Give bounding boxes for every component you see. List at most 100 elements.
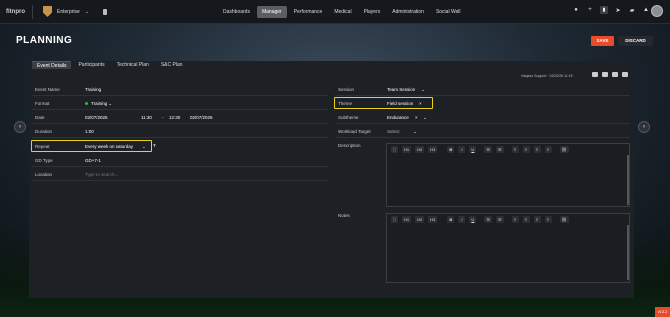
start-date-input[interactable]: 02/07/2026 <box>85 115 108 120</box>
repeat-select[interactable]: Every week on saturday <box>85 144 133 149</box>
tab-participants[interactable]: Participants <box>73 61 109 69</box>
end-time-input[interactable]: 12:30 <box>169 115 180 120</box>
description-label: Description <box>338 143 361 148</box>
tab-sc-plan[interactable]: S&C Plan <box>156 61 188 69</box>
date-row: Date 02/07/2026 11:30 - 12:30 02/07/2026 <box>32 111 328 124</box>
event-tabs: Event Details Participants Technical Pla… <box>32 61 188 69</box>
bullet-list-icon[interactable]: ☰ <box>484 216 492 223</box>
h3-button[interactable]: H3 <box>428 146 438 153</box>
folder-icon[interactable] <box>612 72 618 77</box>
clipboard-icon[interactable] <box>103 8 107 15</box>
app-logo[interactable]: fitnpro <box>6 9 28 15</box>
main-nav: Dashboards Manager Performance Medical P… <box>218 6 465 18</box>
end-date-input[interactable]: 02/07/2026 <box>190 115 213 120</box>
h2-button[interactable]: H2 <box>415 216 425 223</box>
location-search-input[interactable]: Type to search... <box>85 172 118 177</box>
theme-row: Theme Field session × <box>335 97 432 110</box>
fullscreen-icon[interactable]: ⛶ <box>391 216 398 223</box>
bullet-list-icon[interactable]: ☰ <box>484 146 492 153</box>
link-icon[interactable]: ⛓ <box>559 146 569 153</box>
chevron-down-icon[interactable]: ⌄ <box>413 129 417 135</box>
send-icon[interactable]: ➤ <box>614 7 622 14</box>
h3-button[interactable]: H3 <box>428 216 438 223</box>
location-label: Location <box>35 172 53 177</box>
align-right-icon[interactable]: ≡ <box>533 146 541 153</box>
theme-remove-icon[interactable]: × <box>419 101 422 106</box>
event-name-row: Event Name Training <box>32 83 328 96</box>
event-name-input[interactable]: Training <box>85 87 101 92</box>
nav-tab-dashboards[interactable]: Dashboards <box>218 6 255 18</box>
gd-type-row: GD Type GD+7-1 <box>32 154 328 167</box>
subtheme-remove-icon[interactable]: × <box>415 115 418 120</box>
org-selector[interactable]: Enterprise <box>57 9 80 15</box>
notes-label: Notes <box>338 213 350 218</box>
numbered-list-icon[interactable]: ☰ <box>495 146 504 153</box>
h1-button[interactable]: H1 <box>402 146 412 153</box>
theme-tag: Field session <box>387 101 414 106</box>
align-right-icon[interactable]: ≡ <box>533 216 541 223</box>
nav-tab-social-wall[interactable]: Social Wall <box>431 6 466 18</box>
h2-button[interactable]: H2 <box>415 146 425 153</box>
date-label: Date <box>35 115 45 120</box>
session-select[interactable]: Team Session <box>387 87 415 92</box>
repeat-row: Repeat Every week on saturday ⌄ <box>32 140 152 153</box>
prev-event-arrow-icon[interactable]: ‹ <box>14 121 26 133</box>
notes-editor[interactable] <box>386 213 630 283</box>
info-icon[interactable]: ● <box>572 7 580 13</box>
bold-button[interactable]: B <box>447 216 455 223</box>
align-center-icon[interactable]: ≡ <box>522 146 530 153</box>
format-select[interactable]: Training ⌄ <box>85 101 112 107</box>
date-dash: - <box>162 115 164 120</box>
club-shield-icon[interactable] <box>43 6 52 17</box>
chevron-down-icon[interactable]: ⌄ <box>85 9 89 15</box>
format-color-dot <box>85 102 88 105</box>
person-icon[interactable] <box>602 72 608 77</box>
tab-technical-plan[interactable]: Technical Plan <box>112 61 154 69</box>
align-left-icon[interactable]: ≡ <box>511 146 519 153</box>
fullscreen-icon[interactable]: ⛶ <box>391 146 398 153</box>
bell-icon[interactable]: ▲ <box>642 7 650 13</box>
align-justify-icon[interactable]: ≡ <box>544 146 552 153</box>
align-center-icon[interactable]: ≡ <box>522 216 530 223</box>
italic-button[interactable]: I <box>458 216 466 223</box>
user-avatar[interactable] <box>651 5 663 17</box>
page-title: PLANNING <box>16 35 73 46</box>
doc-icon[interactable]: ▮ <box>600 6 608 14</box>
subtheme-row: Subtheme Endurance × ⌄ <box>335 111 630 124</box>
underline-button[interactable]: U <box>469 146 477 153</box>
version-badge: v13.2 <box>655 307 670 317</box>
event-name-label: Event Name <box>35 87 60 92</box>
underline-button[interactable]: U <box>469 216 477 223</box>
align-left-icon[interactable]: ≡ <box>511 216 519 223</box>
chevron-down-icon[interactable]: ⌄ <box>142 144 146 150</box>
nav-tab-players[interactable]: Players <box>359 6 386 18</box>
save-button[interactable]: SAVE <box>591 36 614 46</box>
repeat-help-icon[interactable]: ? <box>153 143 156 148</box>
align-justify-icon[interactable]: ≡ <box>544 216 552 223</box>
duration-value[interactable]: 1:00 <box>85 129 94 134</box>
nav-tab-administration[interactable]: Administration <box>387 6 429 18</box>
camera-icon[interactable] <box>592 72 598 77</box>
workload-target-row: Workload Target Select ⌄ <box>335 125 630 138</box>
nav-tab-manager[interactable]: Manager <box>256 6 287 18</box>
workload-target-select[interactable]: Select <box>387 129 400 134</box>
h1-button[interactable]: H1 <box>402 216 412 223</box>
start-time-input[interactable]: 11:30 <box>141 115 152 120</box>
nav-tab-medical[interactable]: Medical <box>329 6 356 18</box>
tab-event-details[interactable]: Event Details <box>32 61 72 69</box>
italic-button[interactable]: I <box>458 146 466 153</box>
discard-button[interactable]: DISCARD <box>618 36 653 46</box>
format-label: Format <box>35 101 50 106</box>
chevron-down-icon[interactable]: ⌄ <box>423 115 427 121</box>
nav-tab-performance[interactable]: Performance <box>289 6 328 18</box>
chat-icon[interactable]: ▰ <box>628 7 636 14</box>
numbered-list-icon[interactable]: ☰ <box>495 216 504 223</box>
description-scrollbar[interactable] <box>627 155 629 205</box>
link-icon[interactable]: ⛓ <box>559 216 569 223</box>
plus-icon[interactable]: + <box>586 7 594 13</box>
bold-button[interactable]: B <box>447 146 455 153</box>
chevron-down-icon[interactable]: ⌄ <box>421 87 425 93</box>
copy-icon[interactable] <box>622 72 628 77</box>
next-event-arrow-icon[interactable]: › <box>638 121 650 133</box>
notes-scrollbar[interactable] <box>627 225 629 280</box>
